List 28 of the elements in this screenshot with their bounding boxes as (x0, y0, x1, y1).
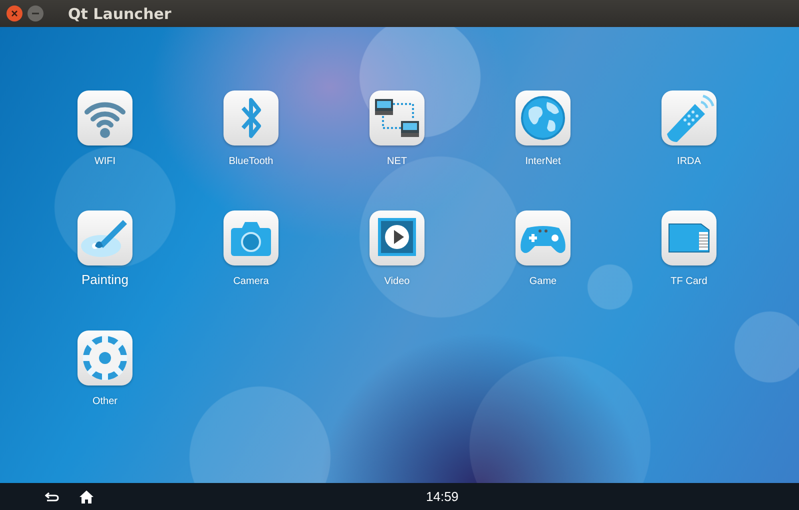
app-launcher-button[interactable]: Other (77, 330, 133, 450)
remote-control-icon (661, 90, 717, 146)
app-launcher-button[interactable]: Game (515, 210, 571, 330)
app-launcher-button[interactable]: InterNet (515, 90, 571, 210)
window-title: Qt Launcher (68, 4, 172, 22)
palette-icon (77, 210, 133, 266)
app-launcher-button[interactable]: Camera (223, 210, 279, 330)
app-launcher-button[interactable]: Painting (77, 210, 133, 330)
back-icon[interactable] (45, 492, 59, 502)
globe-icon (515, 90, 571, 146)
play-video-icon (369, 210, 425, 266)
gamepad-icon (515, 210, 571, 266)
clock-time: 14:59 (426, 489, 459, 504)
minimize-button[interactable] (27, 5, 44, 22)
app-launcher-button[interactable]: WIFI (77, 90, 133, 210)
memory-card-icon (661, 210, 717, 266)
app-launcher-button[interactable]: NET (369, 90, 425, 210)
wifi-icon (77, 90, 133, 146)
app-launcher-button[interactable]: IRDA (661, 90, 717, 210)
app-launcher-button[interactable]: TF Card (661, 210, 717, 330)
app-launcher-button[interactable]: BlueTooth (223, 90, 279, 210)
computers-icon (369, 90, 425, 146)
gear-icon (77, 330, 133, 386)
home-icon[interactable] (79, 490, 94, 504)
bluetooth-icon (223, 90, 279, 146)
close-button[interactable] (6, 5, 23, 22)
camera-icon (223, 210, 279, 266)
app-launcher-button[interactable]: Video (369, 210, 425, 330)
